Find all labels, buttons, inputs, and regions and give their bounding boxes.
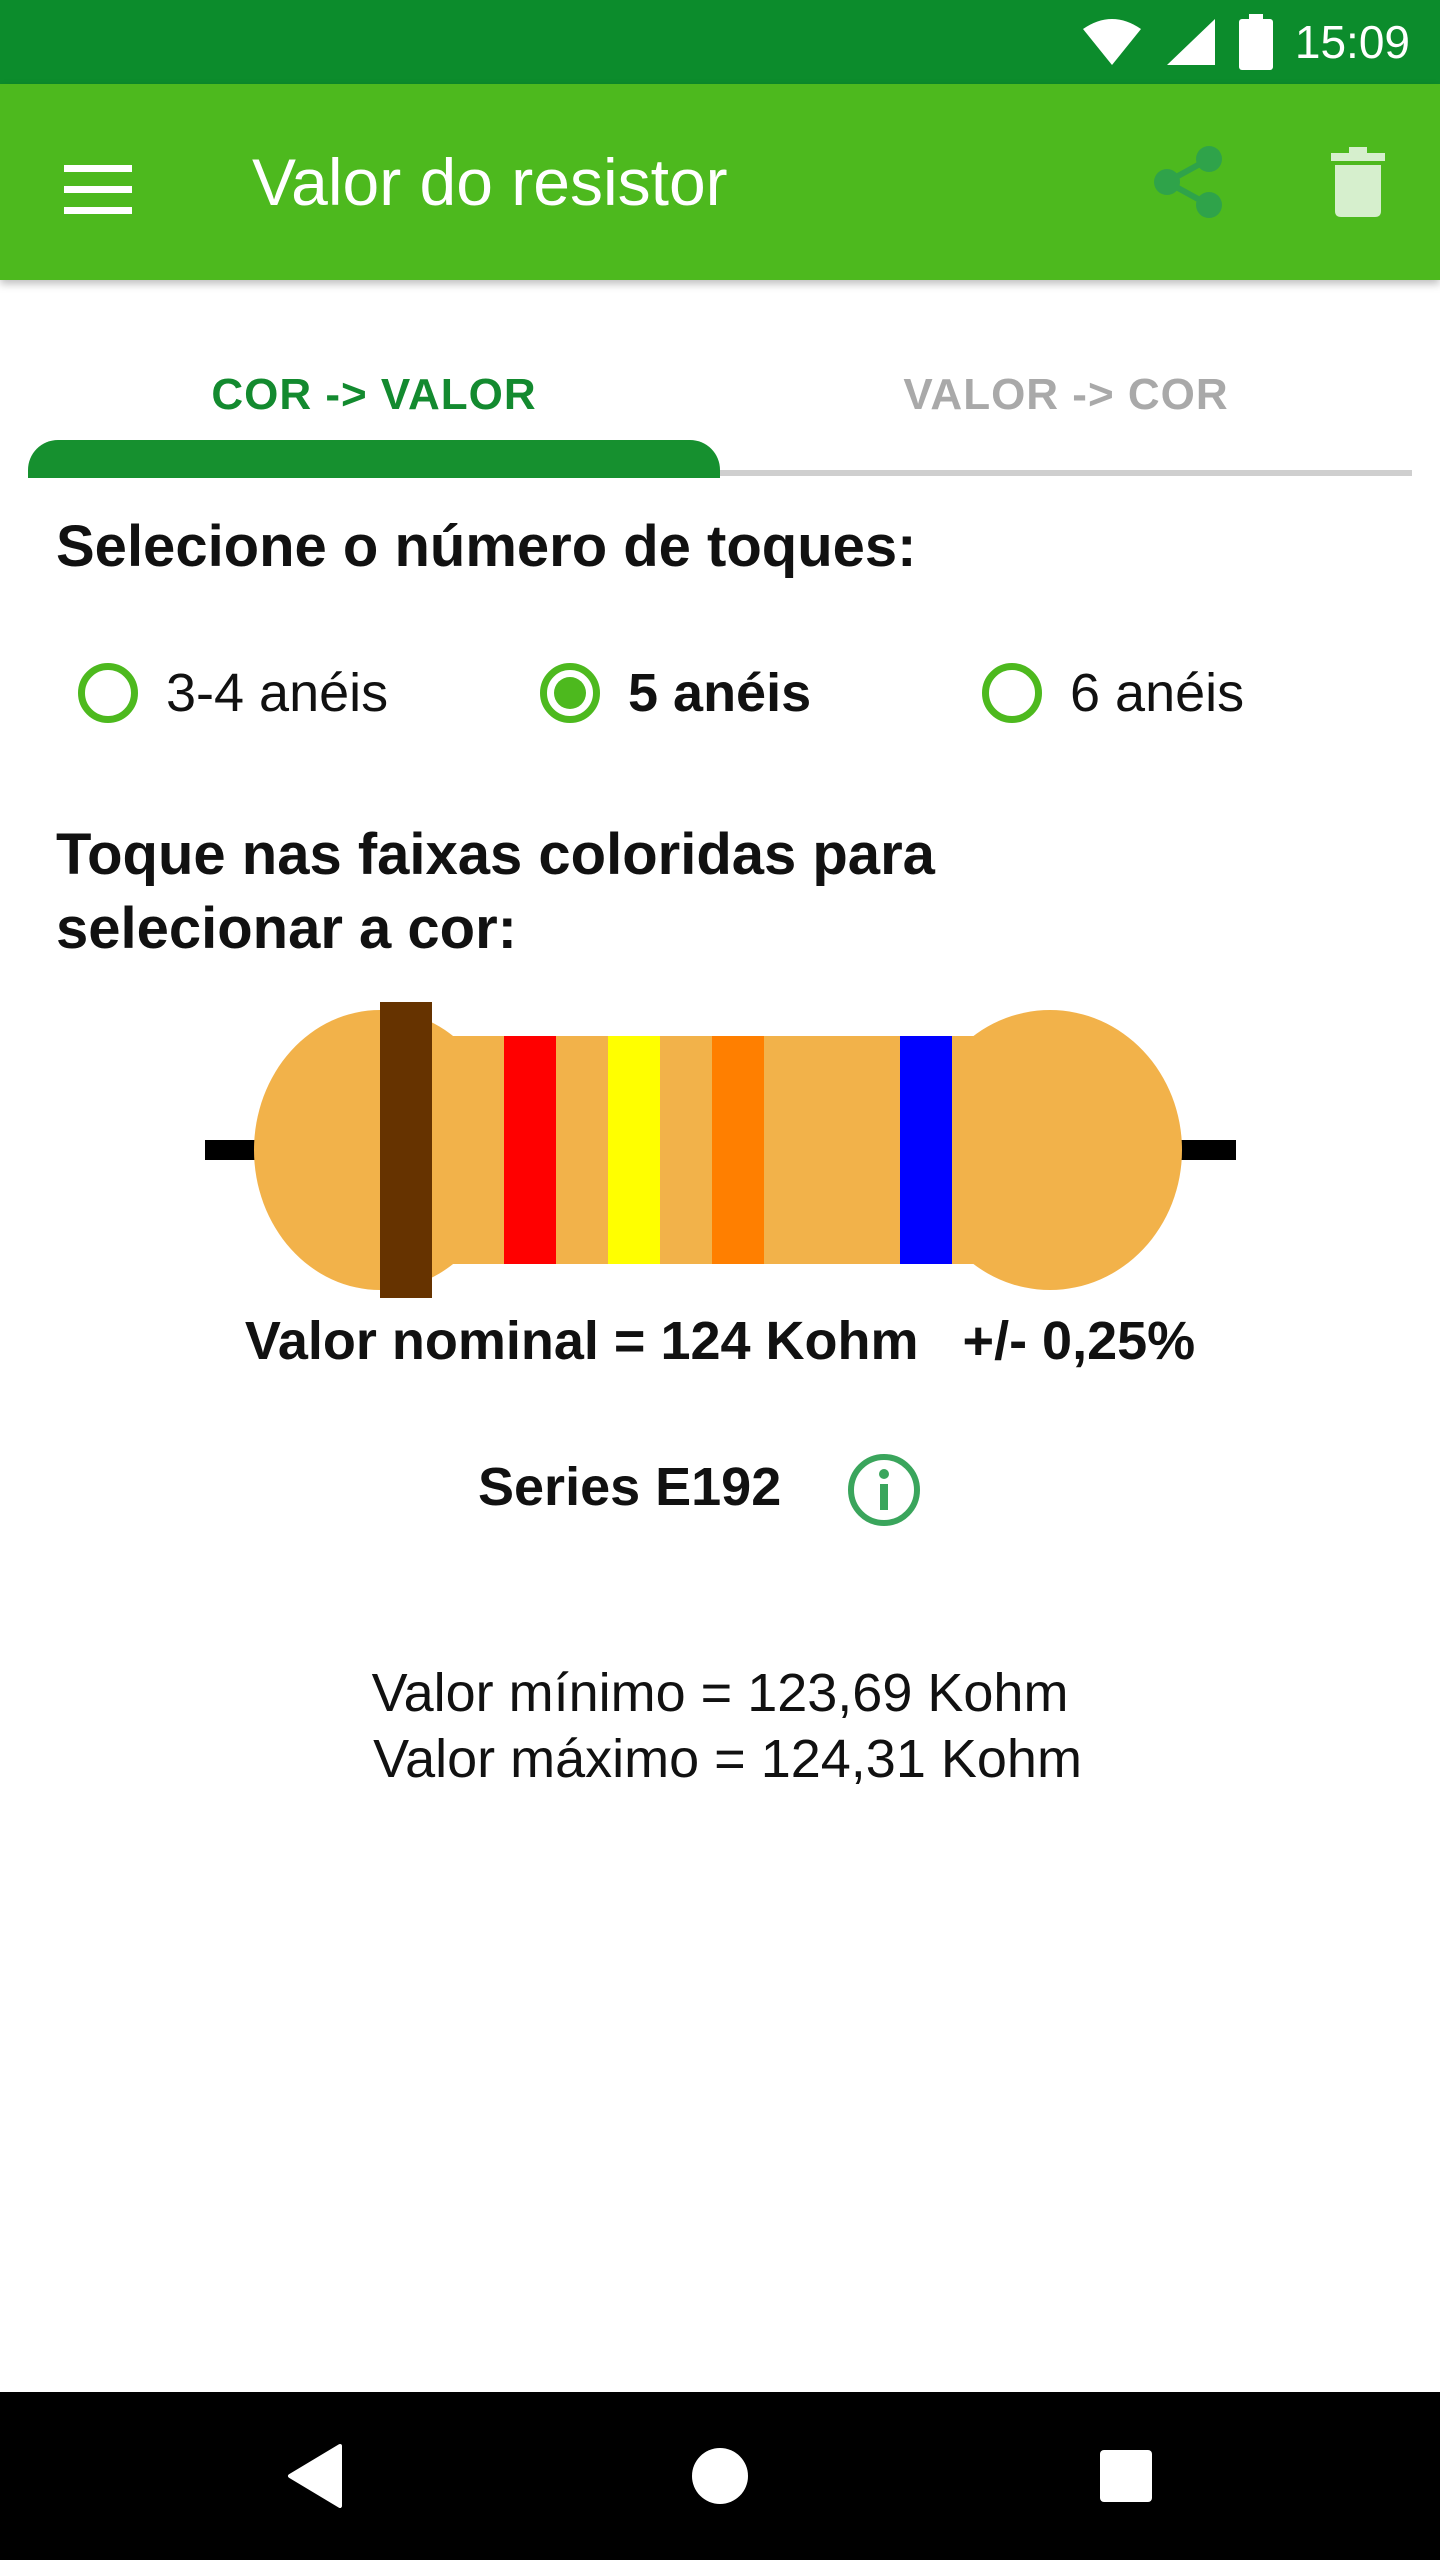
radio-3-4-rings[interactable]: 3-4 anéis	[78, 648, 388, 738]
info-icon[interactable]	[846, 1452, 922, 1528]
navigation-bar	[0, 2392, 1440, 2560]
resistor-band-2[interactable]	[504, 1036, 556, 1264]
resistor-lead-right	[1180, 1140, 1236, 1160]
share-icon	[1154, 146, 1222, 218]
resistor-band-1[interactable]	[380, 1002, 432, 1298]
tolerance-text: +/- 0,25%	[962, 1311, 1196, 1371]
menu-icon	[64, 165, 132, 214]
series-row: Series E192	[0, 1448, 1440, 1528]
delete-icon	[1331, 147, 1385, 217]
recents-button[interactable]	[1076, 2426, 1176, 2526]
status-time: 15:09	[1294, 16, 1410, 68]
nominal-value-text: Valor nominal = 124 Kohm	[244, 1311, 919, 1371]
radio-circle	[78, 663, 138, 723]
bands-heading: Toque nas faixas coloridas para selecion…	[56, 818, 1156, 966]
mode-tabs: COR -> VALOR VALOR -> COR	[28, 320, 1412, 478]
resistor-band-5[interactable]	[900, 1036, 952, 1264]
radio-label: 3-4 anéis	[166, 663, 389, 723]
bands-heading-line1: Toque nas faixas coloridas para	[56, 822, 935, 887]
radio-label: 6 anéis	[1070, 663, 1245, 723]
resistor-lead-left	[205, 1140, 261, 1160]
menu-button[interactable]	[50, 142, 146, 238]
back-icon	[288, 2444, 342, 2508]
value-range: Valor mínimo = 123,69 Kohm Valor máximo …	[0, 1660, 1440, 1792]
radio-circle	[982, 663, 1042, 723]
status-bar: 15:09	[0, 0, 1440, 84]
radio-6-rings[interactable]: 6 anéis	[982, 648, 1244, 738]
resistor-band-4[interactable]	[712, 1036, 764, 1264]
resistor-band-3[interactable]	[608, 1036, 660, 1264]
radio-circle	[540, 663, 600, 723]
radio-5-rings[interactable]: 5 anéis	[540, 648, 811, 738]
share-button[interactable]	[1140, 134, 1236, 230]
signal-icon	[1166, 19, 1215, 65]
bands-heading-line2: selecionar a cor:	[56, 896, 517, 961]
radio-label: 5 anéis	[628, 663, 812, 723]
back-button[interactable]	[266, 2426, 366, 2526]
app-bar: Valor do resistor	[0, 84, 1440, 280]
recents-icon	[1100, 2450, 1152, 2502]
wifi-icon	[1082, 19, 1141, 65]
series-label: Series E192	[478, 1457, 782, 1517]
page-title: Valor do resistor	[252, 145, 728, 219]
nominal-value: Valor nominal = 124 Kohm +/- 0,25%	[0, 1310, 1440, 1372]
delete-button[interactable]	[1310, 134, 1406, 230]
resistor-graphic	[205, 1002, 1236, 1298]
max-value: Valor máximo = 124,31 Kohm	[358, 1729, 1082, 1789]
tab-value-to-color[interactable]: VALOR -> COR	[720, 320, 1412, 470]
min-value: Valor mínimo = 123,69 Kohm	[371, 1663, 1069, 1723]
rings-heading: Selecione o número de toques:	[56, 514, 917, 579]
battery-icon	[1238, 14, 1273, 70]
home-icon	[692, 2448, 748, 2504]
tab-indicator	[28, 440, 720, 478]
radio-selected-dot	[554, 677, 586, 709]
home-button[interactable]	[670, 2426, 770, 2526]
